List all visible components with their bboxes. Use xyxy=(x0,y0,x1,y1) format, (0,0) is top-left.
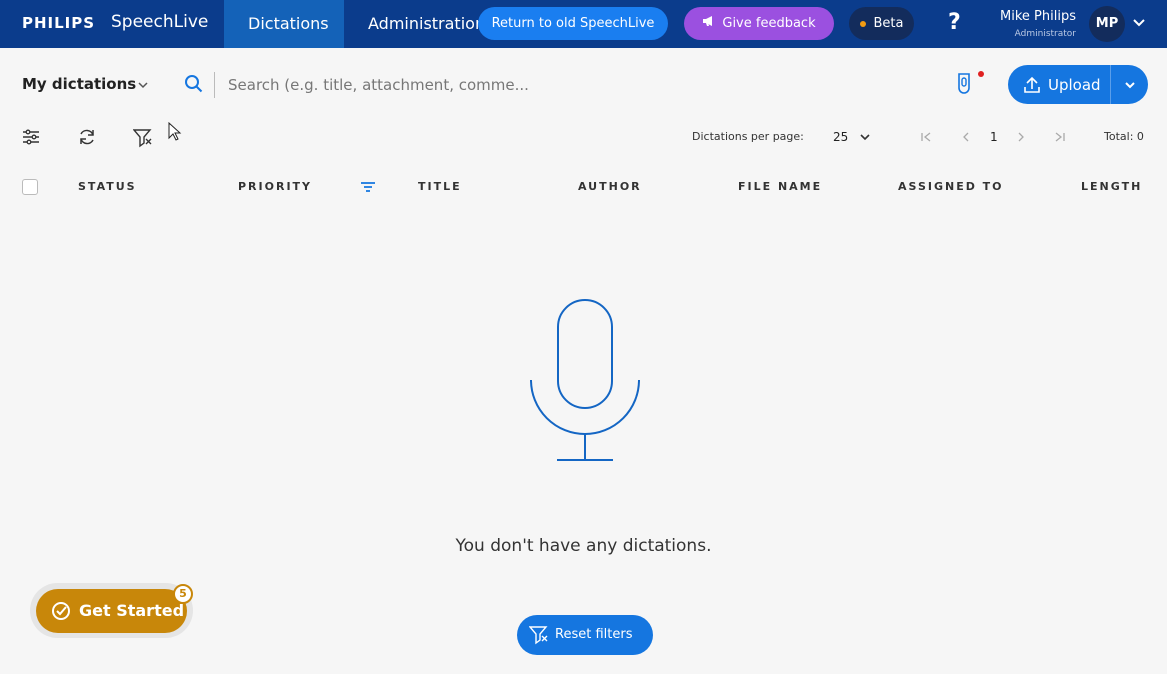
upload-options-button[interactable] xyxy=(1111,65,1148,104)
clear-filter-icon[interactable] xyxy=(133,128,153,148)
column-header-assigned-to[interactable]: ASSIGNED TO xyxy=(898,180,1004,193)
last-page-icon[interactable] xyxy=(1054,131,1066,143)
per-page-select[interactable]: 25 xyxy=(833,130,848,144)
current-page-number: 1 xyxy=(990,130,998,144)
chevron-down-icon[interactable] xyxy=(860,132,870,142)
view-select[interactable]: My dictations xyxy=(22,75,136,93)
user-name[interactable]: Mike Philips xyxy=(1000,9,1076,24)
upload-icon xyxy=(1024,76,1040,93)
chevron-down-icon[interactable] xyxy=(137,79,149,91)
column-header-length[interactable]: LENGTH xyxy=(1081,180,1142,193)
search-divider xyxy=(214,72,215,98)
chevron-down-icon[interactable] xyxy=(1132,16,1146,30)
column-header-file-name[interactable]: FILE NAME xyxy=(738,180,822,193)
microphone-icon xyxy=(530,299,640,461)
mouse-cursor-icon xyxy=(168,122,182,141)
select-all-checkbox[interactable] xyxy=(22,179,38,195)
get-started-button[interactable]: Get Started xyxy=(36,589,187,633)
give-feedback-label: Give feedback xyxy=(722,16,816,31)
column-header-author[interactable]: AUTHOR xyxy=(578,180,642,193)
empty-state-message: You don't have any dictations. xyxy=(455,536,712,556)
search-input[interactable] xyxy=(228,72,648,98)
notification-dot xyxy=(978,71,984,77)
return-to-old-button[interactable]: Return to old SpeechLive xyxy=(478,7,668,40)
beta-label: Beta xyxy=(873,16,904,31)
user-role: Administrator xyxy=(1014,29,1076,39)
tab-dictations[interactable]: Dictations xyxy=(224,0,344,48)
first-page-icon[interactable] xyxy=(920,131,932,143)
top-navigation-bar: PHILIPS SpeechLive Dictations Administra… xyxy=(0,0,1167,48)
give-feedback-button[interactable]: Give feedback xyxy=(684,7,834,40)
search-icon[interactable] xyxy=(184,74,204,94)
help-button[interactable]: ? xyxy=(948,10,961,35)
beta-badge: Beta xyxy=(849,7,914,40)
next-page-icon[interactable] xyxy=(1015,131,1027,143)
column-header-status[interactable]: STATUS xyxy=(78,180,137,193)
beta-dot-icon xyxy=(859,20,866,27)
total-count: Total: 0 xyxy=(1104,130,1144,143)
per-page-label: Dictations per page: xyxy=(692,130,804,143)
product-name[interactable]: SpeechLive xyxy=(111,12,208,32)
upload-button[interactable]: Upload xyxy=(1008,65,1110,104)
column-header-priority[interactable]: PRIORITY xyxy=(238,180,312,193)
reset-filters-button[interactable]: Reset filters xyxy=(517,615,653,655)
upload-label: Upload xyxy=(1048,76,1101,94)
check-circle-icon xyxy=(52,602,70,620)
clear-filter-icon xyxy=(529,626,548,645)
philips-logo[interactable]: PHILIPS xyxy=(22,14,95,32)
previous-page-icon[interactable] xyxy=(960,131,972,143)
reset-filters-label: Reset filters xyxy=(555,627,633,642)
upload-button-group: Upload xyxy=(1008,65,1148,104)
column-header-title[interactable]: TITLE xyxy=(418,180,462,193)
get-started-label: Get Started xyxy=(79,601,185,620)
columns-settings-icon[interactable] xyxy=(22,128,40,146)
refresh-icon[interactable] xyxy=(78,128,96,146)
sort-icon[interactable] xyxy=(360,181,376,193)
megaphone-icon xyxy=(702,7,716,40)
avatar[interactable]: MP xyxy=(1089,6,1125,42)
chevron-down-icon xyxy=(1125,82,1135,89)
get-started-badge: 5 xyxy=(173,584,193,604)
recorder-device-icon[interactable] xyxy=(955,72,973,96)
